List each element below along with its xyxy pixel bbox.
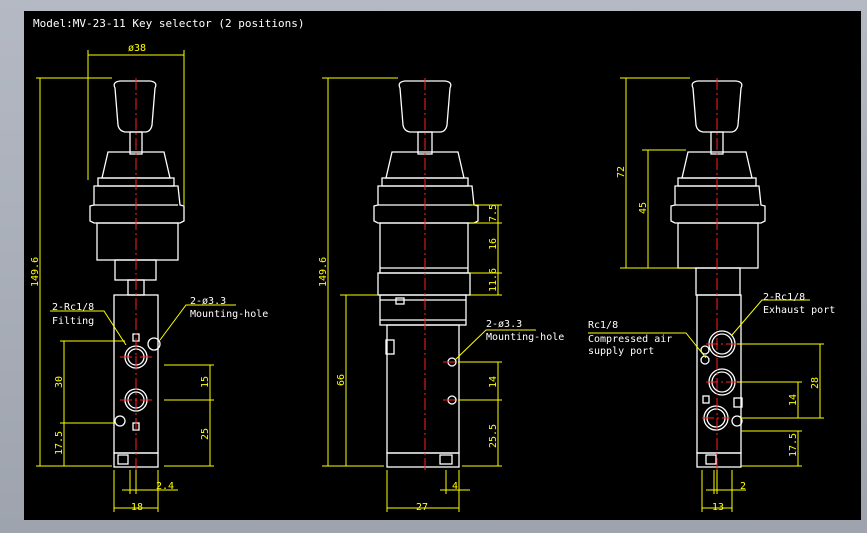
left-view-outline — [89, 80, 185, 468]
port-label-line1: 2-Rc1/8 — [52, 302, 94, 313]
dim-11-6: 11.6 — [488, 268, 499, 292]
dim-17-5-right: 17.5 — [788, 433, 799, 457]
window-frame: Model:MV-23-11 Key selector (2 positions… — [0, 0, 867, 533]
left-view-labels: 2-Rc1/8 Filting 2-ø3.3 Mounting-hole — [52, 296, 268, 327]
dim-17-5: 17.5 — [54, 431, 65, 455]
dim-2-4: 2.4 — [156, 481, 174, 492]
right-view-centerlines — [702, 78, 738, 472]
left-view: ø38 149.6 30 17.5 15 25 2.4 18 2-Rc1/8 F… — [30, 43, 268, 513]
dim-2: 2 — [740, 481, 746, 492]
dim-16: 16 — [488, 238, 499, 250]
dim-28: 28 — [810, 377, 821, 389]
technical-drawing: Model:MV-23-11 Key selector (2 positions… — [30, 17, 835, 513]
exhaust-label-line2: Exhaust port — [763, 305, 835, 316]
dim-width-27: 27 — [416, 502, 428, 513]
drawing-canvas: Model:MV-23-11 Key selector (2 positions… — [24, 11, 861, 520]
left-view-centerlines — [120, 78, 152, 472]
drawing-title: Model:MV-23-11 Key selector (2 positions… — [33, 17, 305, 30]
dim-7-5: 7.5 — [488, 204, 499, 222]
dim-15: 15 — [200, 376, 211, 388]
dim-height-149-6-center: 149.6 — [318, 257, 329, 287]
port-label-line2: Filting — [52, 316, 94, 327]
supply-label-line2: Compressed air — [588, 334, 672, 345]
hole-label-line1: 2-ø3.3 — [190, 296, 226, 307]
right-view-outline — [670, 80, 766, 468]
hole-label-line2: Mounting-hole — [190, 309, 268, 320]
dim-4: 4 — [452, 481, 458, 492]
center-hole-label-line1: 2-ø3.3 — [486, 319, 522, 330]
center-view-labels: 2-ø3.3 Mounting-hole — [486, 319, 564, 343]
dim-72: 72 — [616, 166, 627, 178]
dim-30: 30 — [54, 376, 65, 388]
dim-14-center: 14 — [488, 376, 499, 388]
dim-width-13: 13 — [712, 502, 724, 513]
dim-25-5: 25.5 — [488, 424, 499, 448]
dim-width-18: 18 — [131, 502, 143, 513]
center-hole-label-line2: Mounting-hole — [486, 332, 564, 343]
dim-14-right: 14 — [788, 394, 799, 406]
dim-66: 66 — [336, 374, 347, 386]
right-view-labels: 2-Rc1/8 Exhaust port Rc1/8 Compressed ai… — [588, 292, 835, 357]
center-view: 149.6 7.5 16 11.6 66 14 25.5 4 27 2-ø3.3… — [318, 77, 564, 513]
center-view-outline — [373, 80, 479, 468]
dim-25: 25 — [200, 428, 211, 440]
supply-label-line1: Rc1/8 — [588, 320, 618, 331]
dim-45: 45 — [638, 202, 649, 214]
supply-label-line3: supply port — [588, 346, 654, 357]
dim-height-149-6: 149.6 — [30, 257, 41, 287]
center-view-centerlines — [424, 78, 461, 472]
right-view: 72 45 28 14 17.5 2 13 2-Rc1/8 Exhaust po… — [588, 77, 835, 513]
dim-diameter-38: ø38 — [128, 43, 146, 54]
exhaust-label-line1: 2-Rc1/8 — [763, 292, 805, 303]
